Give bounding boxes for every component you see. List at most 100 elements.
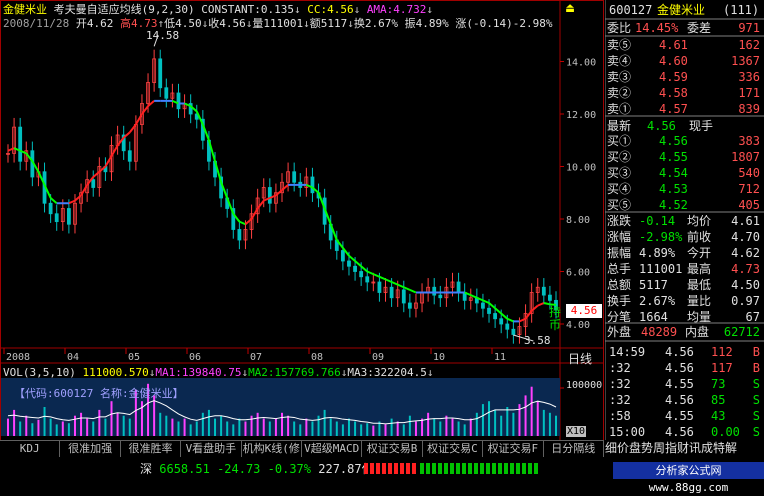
indicator-tab[interactable]: V看盘助手 [181, 441, 242, 457]
candle-body [456, 281, 461, 293]
indicator-tab[interactable]: 权证交易C [423, 441, 484, 457]
candle-body [548, 294, 552, 301]
site-logo: 分析家公式网 www.88gg.com [613, 462, 764, 494]
candle-body [48, 202, 53, 215]
x-tick-label: 07 [250, 352, 262, 363]
indicator-tab[interactable]: 权证交易B [362, 441, 423, 457]
min-price-label: 3.58 [524, 334, 551, 347]
info-line: 2008/11/28 开4.62 高4.73↑低4.50↓收4.56↓量1110… [3, 17, 553, 30]
candle-body [401, 289, 406, 304]
volume-header: VOL(3,5,10) 111000.570↓MA1:139840.75↓MA2… [3, 366, 434, 379]
info-open: 开4.62 [75, 17, 114, 30]
ama-segment [409, 288, 417, 294]
x-tick-label: 05 [128, 352, 140, 363]
candle-body [66, 208, 71, 225]
volume-gauge [420, 463, 540, 474]
candle-body [487, 307, 491, 314]
candle-body [292, 171, 297, 183]
candle-body [359, 271, 364, 278]
ama-segment [80, 184, 89, 196]
ama-segment [494, 307, 502, 315]
volume-unit: X10 [566, 426, 587, 437]
indicator-tab[interactable]: V超级MACD [302, 441, 363, 457]
y-tick-label: 4.00 [566, 320, 590, 331]
candle-body [237, 229, 242, 241]
indicator-tab[interactable]: 权证交易F [483, 441, 544, 457]
ama-segment [256, 200, 265, 210]
chart-title-line: 金健米业 考夫曼自适应均线(9,2,30) CONSTANT:0.135↓ CC… [3, 3, 434, 16]
candle-body [389, 286, 394, 299]
ama-segment [49, 197, 58, 205]
index-pct: -0.37% [267, 462, 312, 476]
x-tick-label: 04 [67, 352, 79, 363]
candle-body [340, 250, 345, 262]
candle-body [505, 323, 510, 330]
vol-label: VOL(3,5,10) [3, 366, 76, 379]
info-volume: 量111001 [252, 17, 304, 30]
quote-panel: 600127 金健米业 (111) 委比 14.45% 委差 971 卖⑤ 4.6… [605, 0, 764, 440]
indicator-tab[interactable]: 日分隔线 [544, 441, 604, 457]
candle-body [499, 318, 504, 325]
x-tick-label: 09 [372, 352, 384, 363]
current-price-tag: 4.56 [566, 304, 602, 318]
ama-segment [135, 113, 143, 126]
ama-segment [104, 155, 113, 168]
index-value: 6658.51 [159, 462, 210, 476]
ama-segment [360, 265, 368, 273]
vol-ma1: MA1:139840.75 [155, 366, 242, 379]
period-label[interactable]: 日线 [568, 350, 592, 367]
ama-segment [74, 194, 82, 202]
y-tick-label: 10.00 [566, 163, 596, 174]
indicator-name: 考夫曼自适应均线(9,2,30) [53, 3, 195, 16]
ama-segment [488, 302, 496, 310]
ama-segment [110, 144, 119, 157]
vol-value: 111000.570 [82, 366, 149, 379]
constant-value: CONSTANT:0.135 [201, 3, 294, 16]
info-turnover: 换2.67% [353, 17, 398, 30]
indicator-tab[interactable]: KDJ [0, 441, 61, 457]
ama-segment [238, 220, 246, 226]
candle-body [164, 87, 169, 99]
candle-body [127, 150, 132, 162]
candle-body [407, 302, 412, 309]
candle-body [365, 276, 370, 283]
ama-segment [530, 304, 539, 312]
candle-body [432, 286, 437, 296]
info-amplitude: 振4.89% [404, 17, 449, 30]
indicator-tab-bar: KDJ 很准加强 很准胜率 V看盘助手 机构K线(修 V超级MACD 权证交易B 权证交易C 权… [0, 440, 604, 457]
indicator-tab[interactable]: 很准加强 [60, 441, 121, 457]
x-tick-label: 2008 [6, 352, 30, 363]
candle-body [176, 92, 181, 110]
up-down-gauge [364, 463, 418, 474]
max-price-label: 14.58 [146, 29, 180, 42]
ama-segment [366, 270, 374, 276]
vol-ma3: MA3:322204.5 [347, 366, 427, 379]
ama-segment [244, 218, 253, 226]
kline-chart[interactable]: 4.00 6.00 8.00 10.00 12.00 14.00 2008 04 05 06 07 0… [0, 0, 604, 440]
ama-segment [519, 317, 526, 323]
info-date: 2008/11/28 [3, 17, 70, 30]
x-tick-label: 11 [494, 352, 506, 363]
indicator-tab[interactable]: 机构K线(修 [242, 441, 302, 457]
right-tab-bar[interactable]: 细价盘势周指财讯成特解 [605, 440, 764, 456]
ama-segment [524, 310, 533, 320]
candle-body [481, 302, 485, 309]
candle-body [347, 260, 351, 267]
ama-segment [372, 273, 380, 278]
y-tick-label: 14.00 [566, 58, 596, 69]
candle-body [158, 58, 163, 89]
pin-icon[interactable]: ⏏ [563, 2, 577, 16]
stock-name: 金健米业 [3, 3, 47, 16]
x-tick-label: 10 [433, 352, 445, 363]
ama-segment [141, 105, 149, 115]
indicator-tab[interactable]: 很准胜率 [121, 441, 182, 457]
y-tick-label: 12.00 [566, 110, 596, 121]
volume-axis-top: 100000 [566, 380, 603, 391]
ama-value: AMA:4.732 [366, 3, 427, 16]
hold-tag-2: 币 [549, 318, 562, 332]
candle-body [267, 187, 272, 204]
info-amount: 额5117 [309, 17, 348, 30]
ama-segment [397, 283, 405, 289]
candle-body [541, 286, 546, 296]
vol-ma2: MA2:157769.766 [248, 366, 341, 379]
